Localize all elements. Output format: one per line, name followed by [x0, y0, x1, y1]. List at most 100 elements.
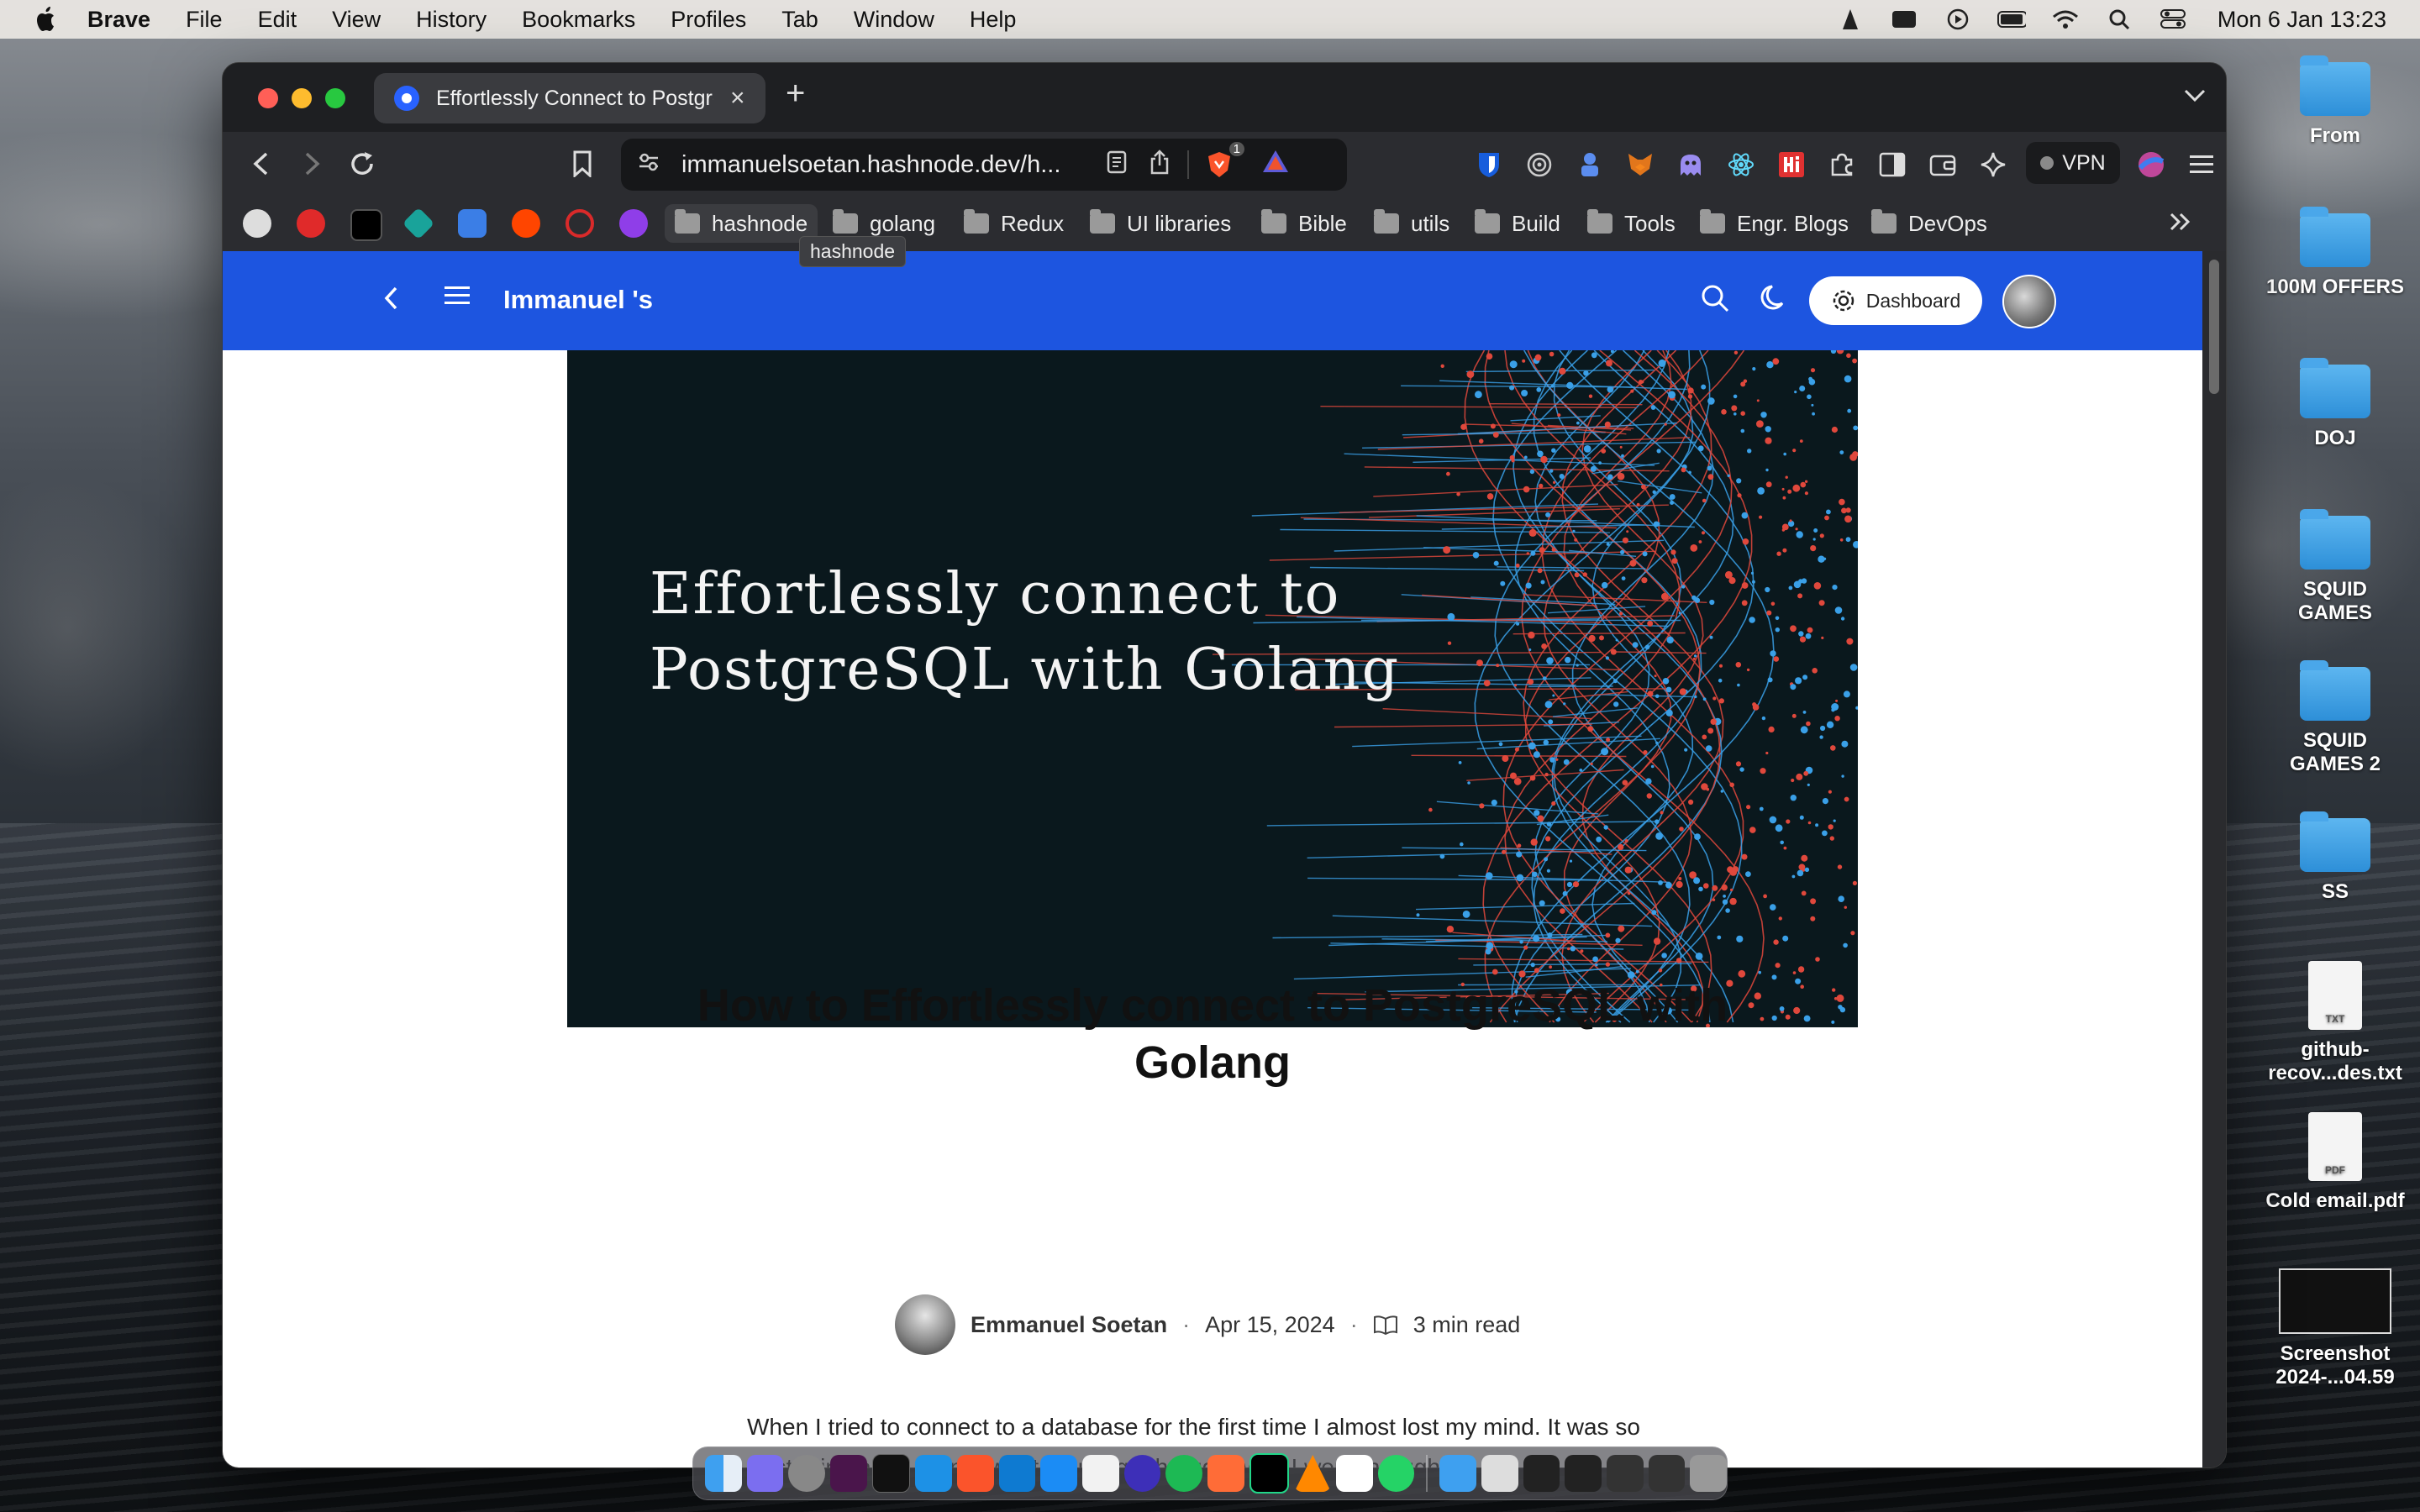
bookmark-site-icon[interactable]	[243, 209, 271, 238]
zoom-window-button[interactable]	[325, 88, 345, 108]
back-chevron-icon[interactable]	[382, 283, 401, 321]
forward-arrow-icon[interactable]	[293, 145, 330, 182]
menu-history[interactable]: History	[416, 7, 487, 33]
bookmark-site-icon[interactable]	[297, 209, 325, 238]
bookmark-folder-hashnode[interactable]: hashnode	[665, 204, 818, 243]
menu-profiles[interactable]: Profiles	[671, 7, 746, 33]
user-avatar[interactable]	[2002, 275, 2056, 328]
launchpad-dock-icon[interactable]	[746, 1455, 784, 1492]
search-icon[interactable]	[1698, 281, 1732, 315]
recent-item-dock-icon[interactable]	[1523, 1455, 1560, 1492]
brave-dock-icon[interactable]	[957, 1455, 994, 1492]
slack-dock-icon[interactable]	[830, 1455, 867, 1492]
bitwarden-extension-icon[interactable]	[1473, 149, 1505, 181]
recent-item-dock-icon[interactable]	[1607, 1455, 1644, 1492]
bookmark-folder-redux[interactable]: Redux	[954, 204, 1074, 243]
menu-edit[interactable]: Edit	[258, 7, 297, 33]
bookmark-folder-ui-libraries[interactable]: UI libraries	[1080, 204, 1241, 243]
menu-bar-clock[interactable]: Mon 6 Jan 13:23	[2217, 7, 2386, 33]
close-window-button[interactable]	[258, 88, 278, 108]
bookmark-folder-tools[interactable]: Tools	[1577, 204, 1686, 243]
apple-logo-icon[interactable]	[34, 6, 59, 33]
whatsapp-dock-icon[interactable]	[1377, 1455, 1415, 1492]
brave-rewards-icon[interactable]	[1261, 149, 1290, 181]
desktop-folder[interactable]: SQUID GAMES	[2264, 509, 2407, 625]
more-bookmarks-chevron-icon[interactable]	[2169, 207, 2192, 239]
back-arrow-icon[interactable]	[243, 145, 280, 182]
desktop-folder[interactable]: SS	[2264, 811, 2407, 904]
desktop-folder[interactable]: From	[2264, 55, 2407, 148]
address-bar[interactable]: immanuelsoetan.hashnode.dev/h... 1	[621, 139, 1347, 191]
bookmark-folder-devops[interactable]: DevOps	[1861, 204, 1997, 243]
recent-item-dock-icon[interactable]	[1565, 1455, 1602, 1492]
system-settings-dock-icon[interactable]	[788, 1455, 826, 1492]
mongodb-compass-dock-icon[interactable]	[1082, 1455, 1119, 1492]
screen-status-icon[interactable]	[1890, 8, 1918, 31]
finder-dock-icon[interactable]	[705, 1455, 742, 1492]
desktop-folder[interactable]: DOJ	[2264, 358, 2407, 450]
quora-bookmark-icon[interactable]	[566, 209, 594, 238]
control-center-icon[interactable]	[2159, 8, 2187, 31]
scrollbar-thumb[interactable]	[2209, 260, 2219, 394]
postman-dock-icon[interactable]	[1207, 1455, 1244, 1492]
vscode-dock-icon[interactable]	[998, 1455, 1036, 1492]
desktop-folder[interactable]: 100M OFFERS	[2264, 207, 2407, 299]
extensions-puzzle-icon[interactable]	[1826, 149, 1858, 181]
vpn-button[interactable]: VPN	[2026, 142, 2120, 184]
downloads-stack-dock-icon[interactable]	[1439, 1455, 1477, 1492]
vlc-status-icon[interactable]	[1836, 8, 1865, 31]
calendar-dock-icon[interactable]	[1336, 1455, 1373, 1492]
browser-tab-active[interactable]: Effortlessly Connect to Postgres ×	[374, 73, 765, 123]
vlc-dock-icon[interactable]	[1294, 1455, 1332, 1492]
profile-avatar-icon[interactable]	[2135, 149, 2167, 181]
spotify-dock-icon[interactable]	[1165, 1455, 1203, 1492]
desktop-file[interactable]: Screenshot 2024-...04.59	[2264, 1268, 2407, 1389]
app-store-dock-icon[interactable]	[1040, 1455, 1078, 1492]
wallet-icon[interactable]	[1927, 149, 1959, 181]
page-scrollbar[interactable]	[2202, 251, 2226, 1467]
tab-list-chevron-icon[interactable]	[2184, 81, 2206, 108]
bookmark-folder-engr-blogs[interactable]: Engr. Blogs	[1690, 204, 1859, 243]
agent-extension-icon[interactable]	[1574, 149, 1606, 181]
app-dock-icon[interactable]	[1123, 1455, 1161, 1492]
close-tab-icon[interactable]: ×	[730, 84, 745, 113]
menu-bookmarks[interactable]: Bookmarks	[522, 7, 635, 33]
menu-file[interactable]: File	[186, 7, 223, 33]
bookmark-folder-utils[interactable]: utils	[1364, 204, 1460, 243]
brave-shields-icon[interactable]: 1	[1206, 142, 1244, 179]
ghost-extension-icon[interactable]	[1675, 149, 1707, 181]
browser-menu-icon[interactable]	[2186, 149, 2217, 181]
menu-view[interactable]: View	[332, 7, 381, 33]
hamburger-menu-icon[interactable]	[443, 280, 471, 316]
author-avatar[interactable]	[895, 1294, 955, 1355]
site-settings-icon[interactable]	[638, 152, 660, 178]
wifi-icon[interactable]	[2051, 8, 2080, 31]
new-tab-button[interactable]: +	[786, 75, 805, 113]
blog-name[interactable]: Immanuel 's	[503, 285, 653, 315]
menu-window[interactable]: Window	[854, 7, 934, 33]
dark-mode-moon-icon[interactable]	[1759, 281, 1792, 315]
hi-extension-icon[interactable]	[1776, 149, 1807, 181]
bookmark-page-icon[interactable]	[564, 145, 601, 182]
reload-icon[interactable]	[344, 145, 381, 182]
target-extension-icon[interactable]	[1523, 149, 1555, 181]
desktop-file[interactable]: PDF Cold email.pdf	[2264, 1112, 2407, 1213]
webstorm-dock-icon[interactable]	[1249, 1453, 1290, 1494]
minimize-window-button[interactable]	[292, 88, 312, 108]
docker-dock-icon[interactable]	[915, 1455, 953, 1492]
reader-mode-icon[interactable]	[1107, 150, 1127, 180]
play-status-icon[interactable]	[1944, 8, 1972, 31]
menu-tab[interactable]: Tab	[781, 7, 818, 33]
bookmark-folder-bible[interactable]: Bible	[1251, 204, 1357, 243]
react-devtools-icon[interactable]	[1725, 149, 1757, 181]
reddit-bookmark-icon[interactable]	[512, 209, 540, 238]
menu-app-name[interactable]: Brave	[87, 7, 150, 33]
terminal-dock-icon[interactable]	[871, 1454, 911, 1493]
menu-help[interactable]: Help	[970, 7, 1017, 33]
bookmark-site-icon[interactable]	[350, 209, 382, 241]
dashboard-button[interactable]: Dashboard	[1809, 276, 1982, 325]
bookmark-site-icon[interactable]	[402, 207, 435, 240]
leo-ai-sparkle-icon[interactable]	[1977, 149, 2009, 181]
bookmark-site-icon[interactable]	[619, 209, 648, 238]
recent-item-dock-icon[interactable]	[1648, 1455, 1686, 1492]
